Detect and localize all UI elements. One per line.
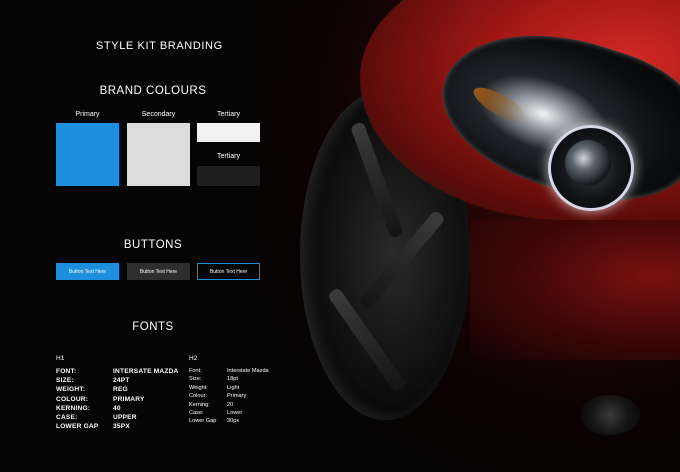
spec-value: Interstate Mazda bbox=[227, 368, 269, 374]
spec-row: Font: Interstate Mazda bbox=[189, 367, 269, 375]
wheel-spoke bbox=[358, 209, 446, 311]
spec-value: REG bbox=[113, 386, 128, 394]
spec-row: COLOUR: PRIMARY bbox=[56, 395, 179, 404]
spec-row: Colour: Primary bbox=[189, 392, 269, 400]
h2-spec: H2 Font: Interstate Mazda Size: 18pt Weigh… bbox=[189, 355, 269, 426]
spec-key: Kerning: bbox=[189, 401, 210, 408]
swatch-secondary bbox=[127, 123, 190, 186]
spec-row: SIZE: 24PT bbox=[56, 376, 179, 385]
swatch-primary bbox=[56, 123, 119, 186]
spec-row: Weight: Light bbox=[189, 384, 269, 392]
swatch-tertiary-light bbox=[197, 123, 260, 142]
spec-value: PRIMARY bbox=[113, 395, 145, 403]
swatch-label-tertiary-light: Tertiary bbox=[217, 111, 240, 118]
spec-row: KERNING: 40 bbox=[56, 404, 179, 413]
spec-value: 18pt bbox=[227, 376, 238, 383]
h1-spec: H1 FONT: INTERSATE MAZDA SIZE: 24PT WEIGHT… bbox=[56, 355, 179, 431]
fonts-heading: FONTS bbox=[132, 321, 174, 333]
spec-key: KERNING: bbox=[56, 404, 91, 412]
spec-value: 40 bbox=[113, 404, 121, 412]
h2-spec-heading: H2 bbox=[189, 355, 198, 362]
spec-key: SIZE: bbox=[56, 377, 74, 385]
swatch-label-secondary: Secondary bbox=[141, 111, 176, 118]
outline-button[interactable]: Button Text Here bbox=[197, 263, 260, 280]
spec-row: Size: 18pt bbox=[189, 375, 269, 383]
spec-value: Primary bbox=[227, 393, 247, 400]
spec-row: LOWER GAP 35PX bbox=[56, 422, 179, 431]
spec-row: Case: Lower bbox=[189, 409, 269, 417]
car-bumper bbox=[470, 220, 680, 360]
spec-key: Size: bbox=[189, 376, 202, 383]
spec-key: Colour: bbox=[189, 393, 208, 400]
spec-key: COLOUR: bbox=[56, 395, 89, 403]
brand-colours-heading: BRAND COLOURS bbox=[99, 85, 207, 97]
spec-row: WEIGHT: REG bbox=[56, 385, 179, 394]
spec-key: Case: bbox=[189, 410, 204, 417]
swatch-label-tertiary-dark: Tertiary bbox=[217, 153, 240, 160]
spec-value: UPPER bbox=[113, 414, 137, 422]
primary-button[interactable]: Button Text Here bbox=[56, 263, 119, 280]
spec-key: Weight: bbox=[189, 384, 208, 391]
spec-value: 30px bbox=[227, 418, 240, 425]
spec-key: Font: bbox=[189, 368, 202, 374]
buttons-heading: BUTTONS bbox=[123, 239, 183, 251]
swatch-label-primary: Primary bbox=[75, 111, 100, 118]
spec-key: FONT: bbox=[56, 368, 77, 375]
spec-key: Lower Gap bbox=[189, 418, 217, 425]
swatch-tertiary-dark bbox=[197, 166, 260, 186]
spec-value: 20 bbox=[227, 401, 234, 408]
spec-row: FONT: INTERSATE MAZDA bbox=[56, 367, 179, 376]
page-title: STYLE KIT BRANDING bbox=[96, 40, 223, 52]
headlight-lens bbox=[565, 140, 611, 186]
h1-spec-heading: H1 bbox=[56, 355, 65, 362]
spec-key: LOWER GAP bbox=[56, 423, 99, 431]
spec-value: 35PX bbox=[113, 423, 130, 431]
spec-value: Lower bbox=[227, 410, 243, 417]
fog-light bbox=[580, 395, 640, 435]
spec-row: Kerning: 20 bbox=[189, 401, 269, 409]
spec-key: CASE: bbox=[56, 414, 78, 422]
spec-value: INTERSATE MAZDA bbox=[113, 368, 179, 375]
secondary-button[interactable]: Button Text Here bbox=[127, 263, 190, 280]
spec-row: Lower Gap 30px bbox=[189, 417, 269, 425]
style-kit-page: STYLE KIT BRANDING BRAND COLOURS Primary… bbox=[0, 0, 680, 472]
spec-value: Light bbox=[227, 384, 240, 391]
spec-value: 24PT bbox=[113, 377, 130, 385]
spec-row: CASE: UPPER bbox=[56, 413, 179, 422]
spec-key: WEIGHT: bbox=[56, 386, 86, 394]
